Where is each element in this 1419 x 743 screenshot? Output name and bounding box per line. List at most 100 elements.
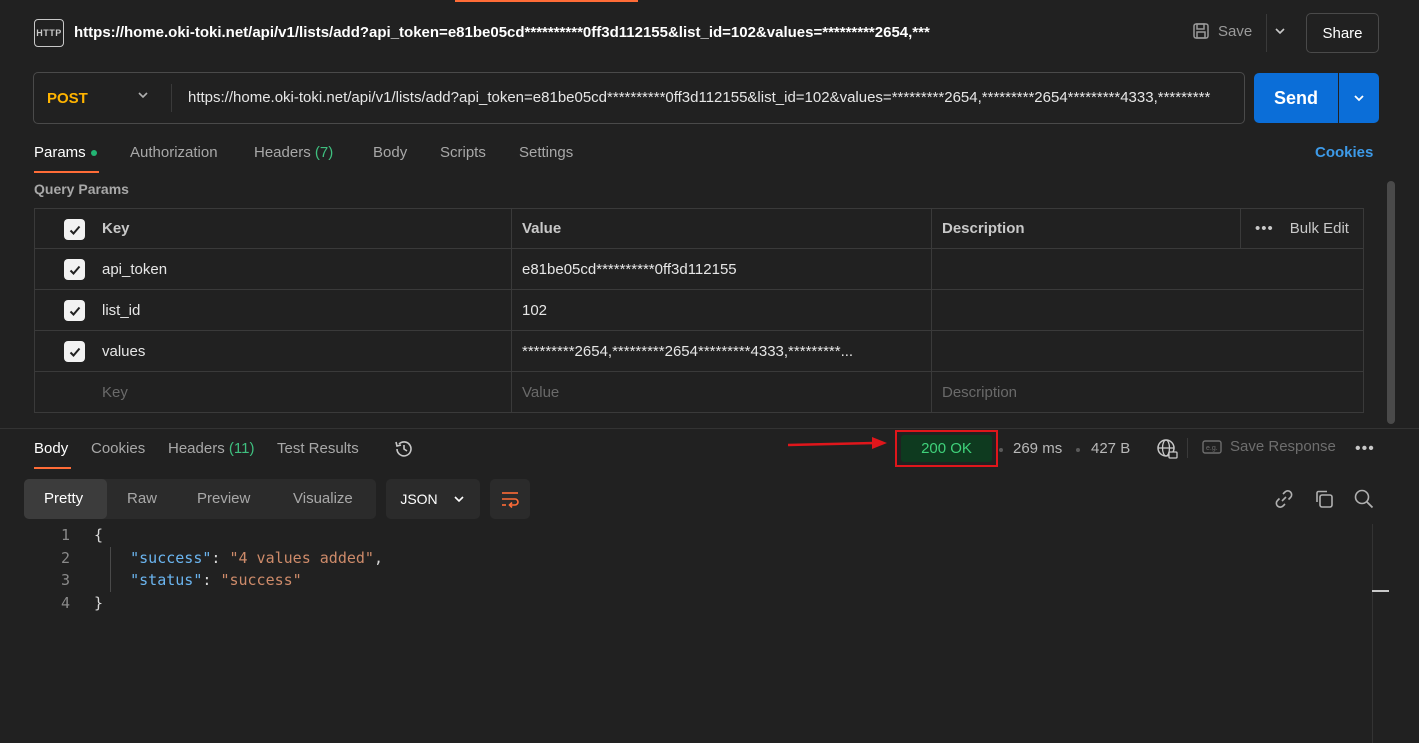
search-icon xyxy=(1354,489,1374,509)
table-row: api_token e81be05cd**********0ff3d112155 xyxy=(34,249,1364,290)
tab-params-label: Params xyxy=(34,144,86,161)
table-header-row: Key Value Description ••• Bulk Edit xyxy=(34,208,1364,249)
wrap-lines-button[interactable] xyxy=(490,479,530,519)
tab-headers[interactable]: Headers (7) xyxy=(254,144,333,161)
tab-response-body-underline xyxy=(34,467,71,469)
view-mode-raw[interactable]: Raw xyxy=(127,490,157,507)
json-key: "success" xyxy=(130,548,212,567)
save-options-button[interactable] xyxy=(1273,24,1287,41)
check-icon xyxy=(69,225,80,235)
request-title[interactable]: https://home.oki-toki.net/api/v1/lists/a… xyxy=(74,24,930,41)
tab-response-body[interactable]: Body xyxy=(34,440,68,457)
send-options-button[interactable] xyxy=(1339,73,1379,123)
tab-authorization[interactable]: Authorization xyxy=(130,144,218,161)
param-value[interactable]: 102 xyxy=(522,290,927,330)
cookies-link[interactable]: Cookies xyxy=(1315,144,1373,161)
column-key: Key xyxy=(102,220,130,237)
more-options-icon[interactable]: ••• xyxy=(1355,440,1375,458)
link-icon xyxy=(1275,490,1293,508)
param-checkbox[interactable] xyxy=(64,341,85,362)
save-button[interactable]: Save xyxy=(1192,22,1252,40)
url-input[interactable]: https://home.oki-toki.net/api/v1/lists/a… xyxy=(188,89,1236,106)
param-value[interactable]: e81be05cd**********0ff3d112155 xyxy=(522,249,927,289)
separator-dot xyxy=(1076,448,1080,452)
code-text: "success": "4 values added", xyxy=(130,548,383,567)
response-headers-count: (11) xyxy=(228,440,255,457)
param-checkbox[interactable] xyxy=(64,259,85,280)
format-select[interactable]: JSON xyxy=(386,479,480,519)
divider xyxy=(511,290,512,330)
bulk-edit-button[interactable]: ••• Bulk Edit xyxy=(1255,209,1349,248)
column-value: Value xyxy=(522,220,562,237)
save-icon xyxy=(1193,23,1209,39)
tab-response-headers[interactable]: Headers (11) xyxy=(168,440,254,457)
code-scrollbar-marker xyxy=(1372,590,1389,592)
copy-icon xyxy=(1316,490,1333,508)
view-mode-pretty[interactable]: Pretty xyxy=(44,490,83,507)
param-description[interactable] xyxy=(942,331,1242,371)
response-size[interactable]: 427 B xyxy=(1091,440,1130,457)
svg-text:e.g.: e.g. xyxy=(1206,445,1218,452)
param-value[interactable]: *********2654,*********2654*********4333… xyxy=(522,331,927,371)
format-label: JSON xyxy=(400,491,438,507)
response-time[interactable]: 269 ms xyxy=(1013,440,1062,457)
param-key[interactable]: list_id xyxy=(102,290,507,330)
param-key[interactable]: api_token xyxy=(102,249,507,289)
network-info-button[interactable] xyxy=(1156,438,1178,463)
new-description-input[interactable]: Description xyxy=(942,372,1242,412)
method-select[interactable]: POST xyxy=(47,90,88,107)
copy-button[interactable] xyxy=(1313,488,1335,513)
save-response-label: Save Response xyxy=(1230,438,1336,455)
code-text: } xyxy=(94,593,104,612)
globe-lock-icon xyxy=(1157,439,1178,459)
line-number: 2 xyxy=(60,548,70,567)
chevron-down-icon xyxy=(1275,28,1285,35)
line-number: 3 xyxy=(60,571,70,589)
select-all-checkbox[interactable] xyxy=(64,219,85,240)
tab-settings[interactable]: Settings xyxy=(519,144,573,161)
new-key-input[interactable]: Key xyxy=(102,372,507,412)
http-icon: HTTP xyxy=(34,19,64,47)
pane-divider[interactable] xyxy=(0,428,1419,429)
divider xyxy=(1266,14,1267,52)
tab-response-cookies[interactable]: Cookies xyxy=(91,440,145,457)
method-dropdown-button[interactable] xyxy=(136,88,150,105)
tab-test-results[interactable]: Test Results xyxy=(277,440,359,457)
check-icon xyxy=(69,265,80,275)
search-button[interactable] xyxy=(1353,488,1375,513)
divider xyxy=(171,84,172,112)
divider xyxy=(931,249,932,289)
link-button[interactable] xyxy=(1273,488,1295,513)
wrap-lines-icon xyxy=(502,492,519,508)
tab-response-headers-label: Headers xyxy=(168,440,225,457)
json-value: "success" xyxy=(220,571,302,589)
code-scrollbar-track[interactable] xyxy=(1372,524,1373,743)
query-params-label: Query Params xyxy=(34,181,129,197)
view-mode-visualize[interactable]: Visualize xyxy=(293,490,353,507)
status-badge[interactable]: 200 OK xyxy=(901,435,992,462)
code-text: { xyxy=(94,526,104,544)
send-button[interactable]: Send xyxy=(1254,73,1338,123)
view-mode-preview[interactable]: Preview xyxy=(197,490,250,507)
line-number: 1 xyxy=(60,526,70,544)
save-response-button[interactable]: e.g. Save Response xyxy=(1202,438,1336,455)
param-key[interactable]: values xyxy=(102,331,507,371)
param-description[interactable] xyxy=(942,290,1242,330)
chevron-down-icon xyxy=(454,496,464,503)
divider xyxy=(931,209,932,248)
more-icon: ••• xyxy=(1255,220,1274,237)
example-icon: e.g. xyxy=(1202,439,1222,454)
param-description[interactable] xyxy=(942,249,1242,289)
new-value-input[interactable]: Value xyxy=(522,372,927,412)
tab-params[interactable]: Params xyxy=(34,144,97,161)
param-checkbox[interactable] xyxy=(64,300,85,321)
request-scrollbar[interactable] xyxy=(1387,181,1395,424)
tab-body[interactable]: Body xyxy=(373,144,407,161)
tab-headers-label: Headers xyxy=(254,144,311,161)
divider xyxy=(1240,209,1241,248)
history-button[interactable] xyxy=(393,438,415,463)
table-row-empty: Key Value Description xyxy=(34,372,1364,413)
tab-scripts[interactable]: Scripts xyxy=(440,144,486,161)
share-button[interactable]: Share xyxy=(1306,13,1379,53)
chevron-down-icon xyxy=(138,92,148,99)
